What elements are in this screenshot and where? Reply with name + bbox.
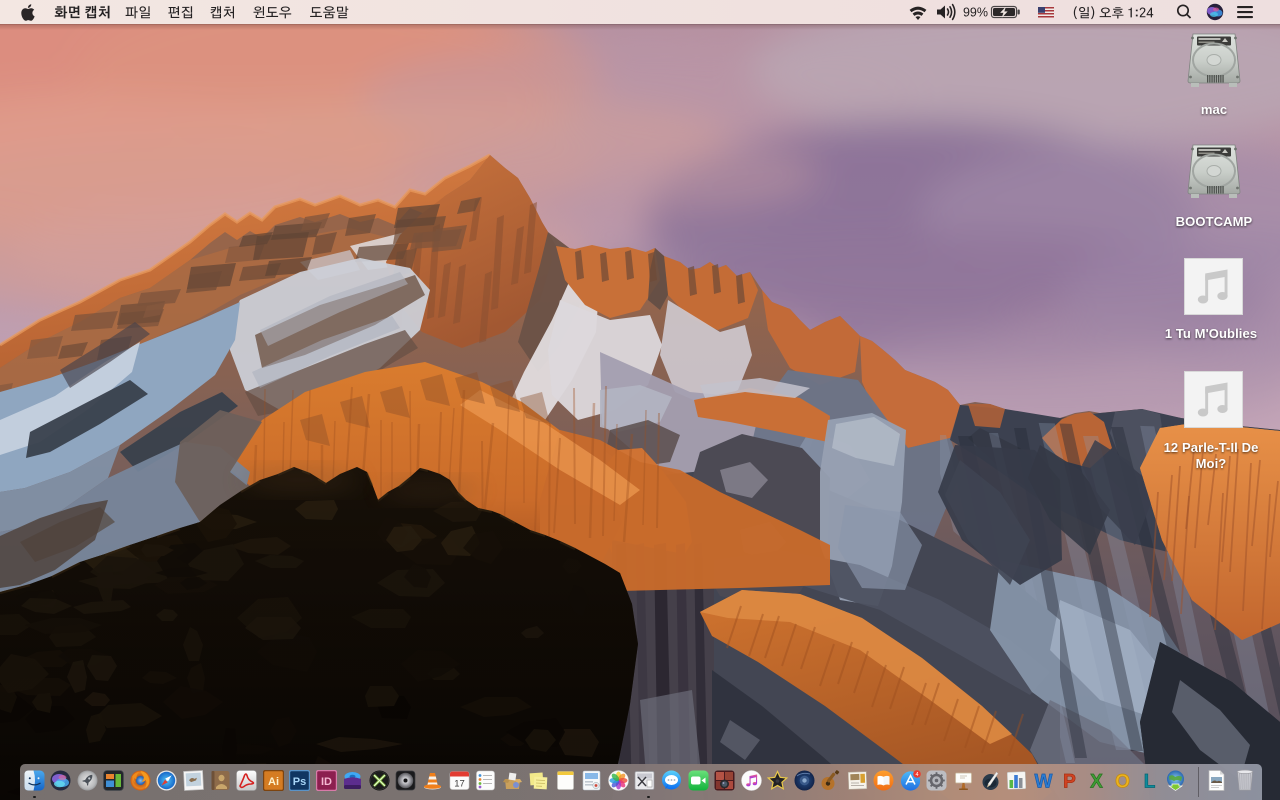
svg-text:O: O (1115, 772, 1130, 792)
svg-text:4: 4 (915, 772, 918, 778)
svg-text:ID: ID (321, 776, 332, 788)
svg-text:W: W (1034, 772, 1052, 792)
svg-text:17: 17 (454, 779, 465, 790)
svg-text:P: P (1063, 772, 1076, 792)
svg-text:99%: 99% (963, 6, 988, 20)
svg-text:X: X (1090, 772, 1103, 792)
svg-text:Ai: Ai (268, 776, 279, 788)
svg-text:L: L (1143, 772, 1155, 792)
svg-text:Ps: Ps (293, 776, 306, 788)
